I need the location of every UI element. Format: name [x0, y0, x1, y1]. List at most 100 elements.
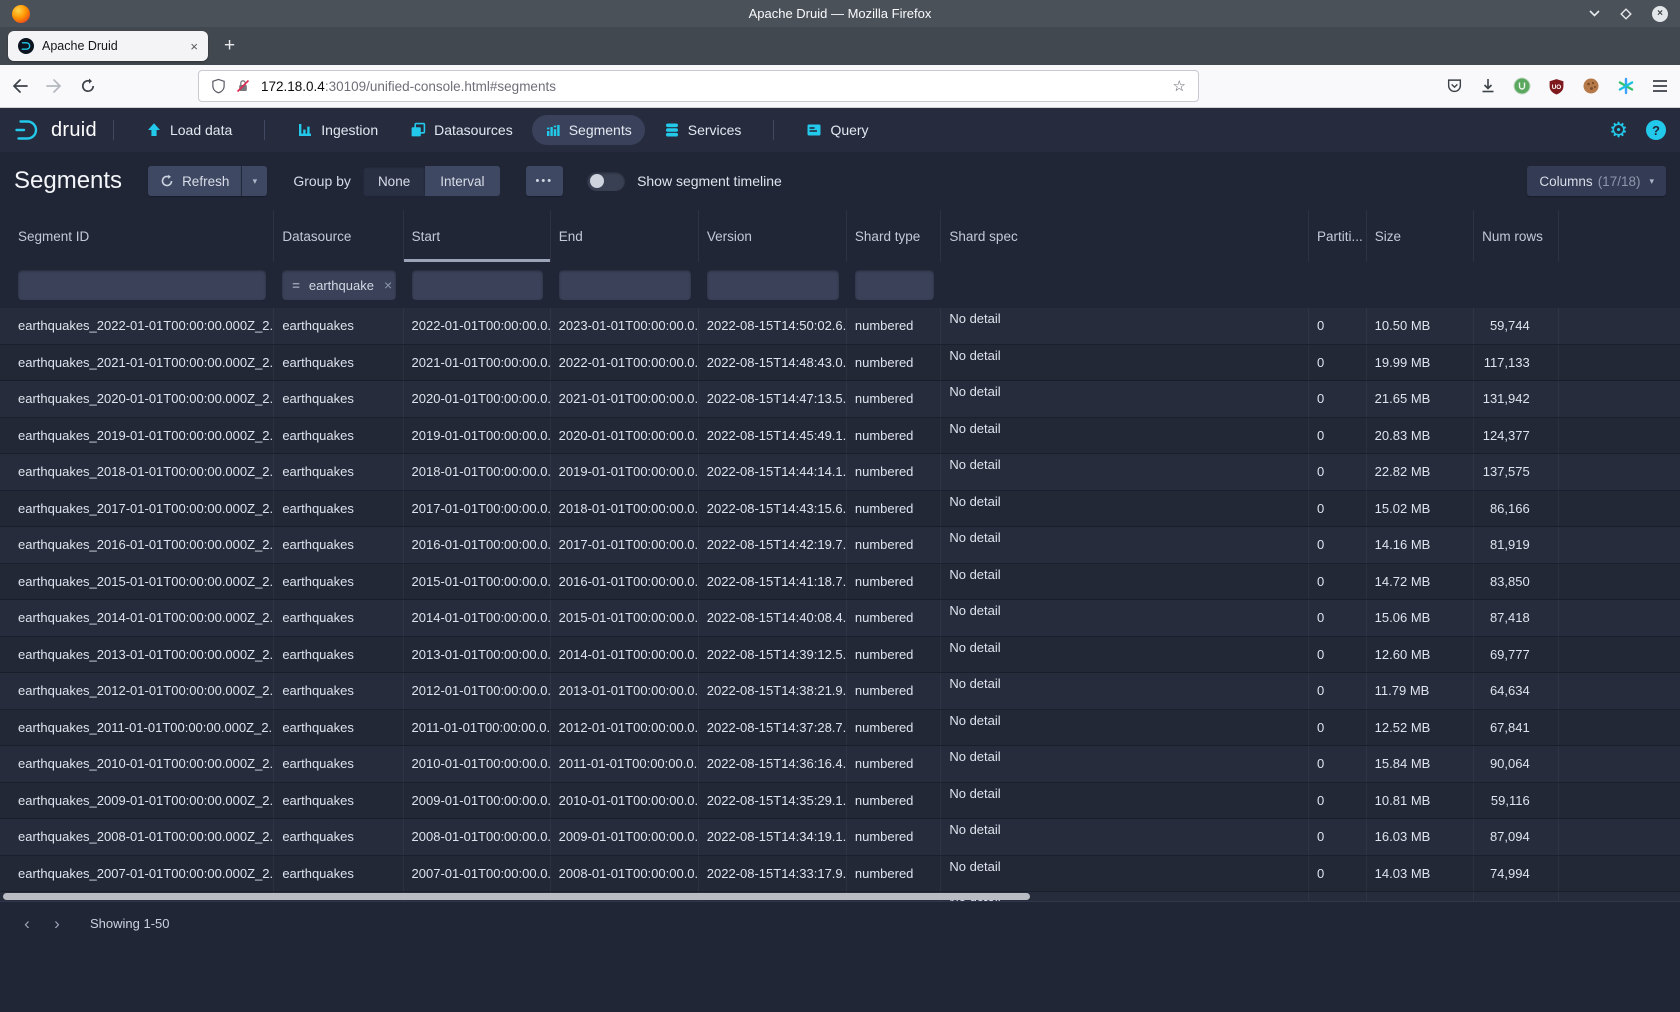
nav-item-load-data[interactable]: Load data — [133, 115, 245, 145]
filter-input-datasource[interactable]: =earthquake× — [282, 270, 396, 300]
reload-button[interactable] — [80, 78, 96, 94]
bookmark-star-icon[interactable]: ☆ — [1173, 77, 1186, 95]
column-header-size[interactable]: Size — [1367, 210, 1474, 262]
cell-shard-type: numbered — [847, 491, 941, 527]
forward-button[interactable] — [46, 79, 62, 93]
cell-shard-type: numbered — [847, 418, 941, 454]
cell-start: 2015-01-01T00:00:00.0... — [404, 564, 551, 600]
nav-item-segments[interactable]: Segments — [532, 115, 645, 145]
cell-datasource: earthquakes — [274, 308, 403, 344]
tab-title: Apache Druid — [42, 39, 190, 53]
prev-page-button[interactable]: ‹ — [12, 909, 42, 939]
group-by-interval-button[interactable]: Interval — [425, 166, 499, 196]
help-icon[interactable]: ? — [1646, 120, 1666, 140]
menu-hamburger-icon[interactable] — [1652, 79, 1668, 93]
cell-start: 2019-01-01T00:00:00.0... — [404, 418, 551, 454]
filter-cell-segment-id — [10, 262, 274, 308]
cell-end: 2017-01-01T00:00:00.0... — [551, 527, 699, 563]
table-row: earthquakes_2017-01-01T00:00:00.000Z_2..… — [0, 491, 1680, 528]
cell-num-rows: 59,116 — [1474, 783, 1559, 819]
column-header-segment-id[interactable]: Segment ID — [10, 210, 274, 262]
cell-end: 2019-01-01T00:00:00.0... — [551, 454, 699, 490]
nav-item-datasources[interactable]: Datasources — [397, 115, 526, 145]
segment-timeline-toggle[interactable] — [587, 172, 625, 191]
settings-gear-icon[interactable]: ⚙ — [1609, 120, 1628, 141]
horizontal-scrollbar[interactable] — [0, 893, 1680, 901]
druid-brand[interactable]: druid — [14, 118, 97, 142]
browser-toolbar: 172.18.0.4:30109/unified-console.html#se… — [0, 65, 1680, 108]
cell-segment-id: earthquakes_2012-01-01T00:00:00.000Z_2..… — [10, 673, 274, 709]
column-header-start[interactable]: Start — [404, 210, 551, 262]
url-path: :30109/unified-console.html#segments — [325, 79, 556, 94]
cell-shard-type: numbered — [847, 454, 941, 490]
refresh-button[interactable]: Refresh — [148, 166, 241, 196]
table-row: earthquakes_2022-01-01T00:00:00.000Z_2..… — [0, 308, 1680, 345]
cell-shard-type: numbered — [847, 710, 941, 746]
close-window-icon[interactable]: × — [1652, 6, 1668, 22]
column-header-num-rows[interactable]: Num rows — [1474, 210, 1559, 262]
back-button[interactable] — [12, 79, 28, 93]
column-header-end[interactable]: End — [551, 210, 699, 262]
tab-apache-druid[interactable]: Apache Druid × — [8, 31, 208, 61]
nav-item-label: Load data — [170, 122, 232, 138]
cell-shard-type: numbered — [847, 783, 941, 819]
tab-close-icon[interactable]: × — [190, 39, 198, 54]
filter-input-shard-type[interactable] — [855, 270, 933, 300]
tracking-shield-icon[interactable] — [211, 78, 226, 94]
more-options-button[interactable]: ••• — [526, 166, 564, 196]
nav-item-services[interactable]: Services — [651, 115, 755, 145]
column-header-partitions[interactable]: Partiti... — [1309, 210, 1367, 262]
table-body: earthquakes_2022-01-01T00:00:00.000Z_2..… — [0, 308, 1680, 901]
filter-input-start[interactable] — [412, 270, 543, 300]
cell-shard-spec: No detail — [941, 527, 1309, 563]
cell-filler — [1559, 491, 1680, 527]
cell-version: 2022-08-15T14:48:43.0... — [699, 345, 847, 381]
cell-shard-type: numbered — [847, 819, 941, 855]
cookie-extension-icon[interactable] — [1582, 77, 1600, 95]
ublock-origin-icon[interactable]: UO — [1548, 78, 1565, 95]
refresh-dropdown-button[interactable]: ▾ — [241, 166, 267, 196]
cell-shard-type: numbered — [847, 856, 941, 892]
column-header-shard-type[interactable]: Shard type — [847, 210, 941, 262]
column-header-version[interactable]: Version — [699, 210, 847, 262]
new-tab-button[interactable]: + — [224, 35, 235, 57]
cell-shard-spec: No detail — [941, 600, 1309, 636]
filter-input-end[interactable] — [559, 270, 691, 300]
cell-start: 2008-01-01T00:00:00.0... — [404, 819, 551, 855]
cell-filler — [1559, 673, 1680, 709]
filter-input-segment-id[interactable] — [18, 270, 266, 300]
asterisk-extension-icon[interactable] — [1617, 77, 1635, 95]
cell-filler — [1559, 710, 1680, 746]
column-header-datasource[interactable]: Datasource — [274, 210, 403, 262]
next-page-button[interactable]: › — [42, 909, 72, 939]
cell-version: 2022-08-15T14:41:18.7... — [699, 564, 847, 600]
columns-button[interactable]: Columns (17/18) ▾ — [1527, 166, 1666, 196]
cell-end: 2021-01-01T00:00:00.0... — [551, 381, 699, 417]
cell-shard-spec: No detail — [941, 710, 1309, 746]
window-menu-chevron-icon[interactable] — [1589, 10, 1600, 17]
filter-input-version[interactable] — [707, 270, 839, 300]
account-shield-icon[interactable] — [1446, 78, 1463, 95]
downloads-icon[interactable] — [1480, 78, 1496, 94]
extension-green-icon[interactable] — [1513, 77, 1531, 95]
column-header-filler — [1559, 210, 1680, 262]
nav-item-ingestion[interactable]: Ingestion — [284, 115, 391, 145]
cell-shard-type: numbered — [847, 381, 941, 417]
cell-end: 2013-01-01T00:00:00.0... — [551, 673, 699, 709]
scrollbar-thumb[interactable] — [3, 893, 1030, 900]
url-bar[interactable]: 172.18.0.4:30109/unified-console.html#se… — [198, 70, 1199, 102]
column-header-shard-spec[interactable]: Shard spec — [941, 210, 1309, 262]
columns-count: (17/18) — [1598, 174, 1641, 189]
filter-tag-remove-icon[interactable]: × — [384, 277, 392, 293]
table-row: earthquakes_2013-01-01T00:00:00.000Z_2..… — [0, 637, 1680, 674]
caret-down-icon: ▾ — [253, 176, 258, 187]
nav-item-query[interactable]: Query — [793, 115, 881, 145]
filter-cell-shard-type — [847, 262, 941, 308]
insecure-lock-icon[interactable] — [235, 78, 251, 94]
group-by-none-button[interactable]: None — [363, 166, 425, 196]
cell-version: 2022-08-15T14:47:13.5... — [699, 381, 847, 417]
nav-item-label: Ingestion — [321, 122, 378, 138]
cell-end: 2023-01-01T00:00:00.0... — [551, 308, 699, 344]
table-row: earthquakes_2015-01-01T00:00:00.000Z_2..… — [0, 564, 1680, 601]
maximize-icon[interactable] — [1620, 8, 1632, 20]
